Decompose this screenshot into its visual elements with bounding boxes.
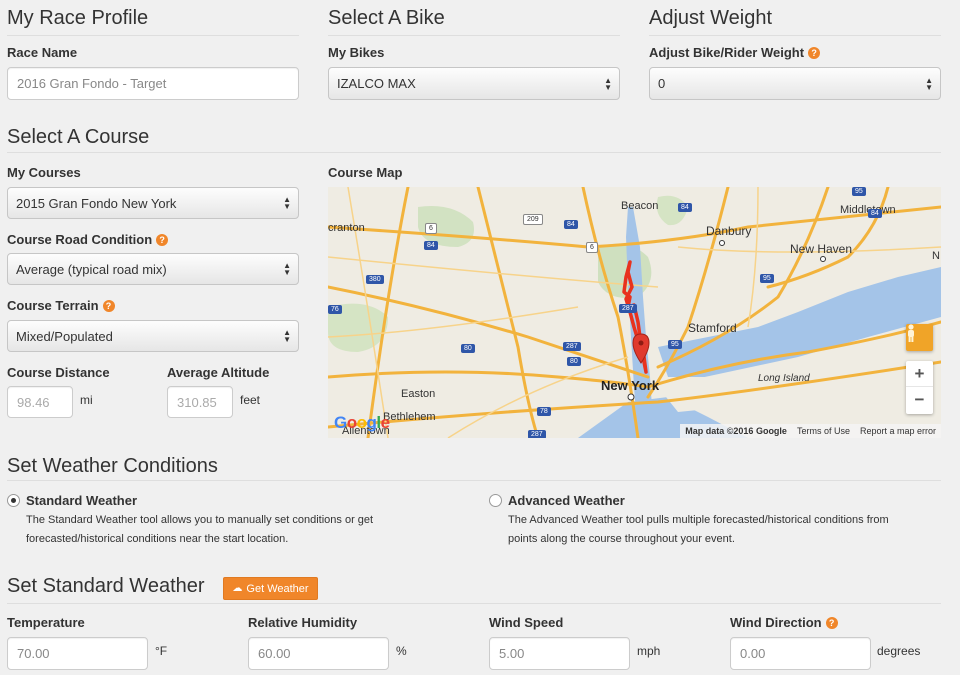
race-name-label: Race Name [7,45,78,60]
distance-label: Course Distance [7,365,110,380]
advanced-weather-radio[interactable] [489,494,502,507]
course-map-label: Course Map [328,165,403,180]
route-shield: 95 [668,340,682,349]
route-shield: 84 [868,209,882,218]
adjust-weight-heading: Adjust Weight [649,7,773,29]
route-shield: 84 [678,203,692,212]
select-bike-heading: Select A Bike [328,7,445,29]
route-shield: 6 [586,242,598,253]
route-shield: 287 [563,342,581,351]
route-shield: 209 [523,214,543,225]
temperature-label: Temperature [7,615,85,630]
zoom-in-button[interactable]: + [906,361,933,387]
route-shield: 84 [564,220,578,229]
select-arrows-icon: ▲ ▼ [283,328,291,344]
course-select[interactable]: 2015 Gran Fondo New York ▲ ▼ [7,187,299,219]
map-attribution: Map data ©2016 Google Terms of Use Repor… [680,424,941,438]
terrain-value: Mixed/Populated [16,328,113,344]
altitude-label: Average Altitude [167,365,270,380]
road-condition-value: Average (typical road mix) [16,261,167,277]
terrain-select[interactable]: Mixed/Populated ▲ ▼ [7,320,299,352]
map-place-label: N [932,250,940,262]
weight-label: Adjust Bike/Rider Weight? [649,45,821,60]
map-place-label: Easton [401,388,436,400]
standard-weather-title: Standard Weather [26,493,138,508]
get-weather-button[interactable]: ☁ Get Weather [223,577,318,600]
route-shield: 76 [328,305,342,314]
map-place-label: Danbury [706,224,752,238]
street-view-pegman-icon[interactable] [906,324,933,351]
standard-weather-radio[interactable] [7,494,20,507]
map-place-label: Long Island [758,373,810,384]
humidity-label: Relative Humidity [248,615,358,630]
help-icon[interactable]: ? [102,300,115,312]
route-shield: 287 [528,430,546,438]
temperature-unit: °F [155,644,168,658]
humidity-input[interactable]: 60.00 [248,637,389,670]
course-map[interactable]: Beacon Middletown Danbury New Haven Stam… [328,187,941,438]
wind-speed-label: Wind Speed [489,615,564,630]
altitude-input[interactable]: 310.85 [167,386,233,418]
wind-direction-label: Wind Direction? [730,615,838,630]
wind-direction-input[interactable]: 0.00 [730,637,871,670]
wind-speed-unit: mph [637,644,661,658]
map-place-label: Stamford [688,321,737,335]
cloud-icon: ☁ [232,583,243,594]
route-shield: 6 [425,223,437,234]
bike-select-value: IZALCO MAX [337,76,416,91]
map-place-label: New Haven [790,242,853,256]
altitude-unit: feet [240,393,261,407]
route-shield: 95 [852,187,866,196]
map-place-label: Bethlehem [383,411,436,423]
map-place-label: Beacon [621,200,659,212]
standard-weather-heading: Set Standard Weather [7,575,205,597]
terrain-label: Course Terrain? [7,298,115,313]
report-map-error-link[interactable]: Report a map error [860,426,936,436]
bike-select[interactable]: IZALCO MAX ▲ ▼ [328,67,620,100]
zoom-out-button[interactable]: − [906,387,933,413]
weather-conditions-heading: Set Weather Conditions [7,455,218,477]
route-shield: 84 [424,241,438,250]
wind-speed-input[interactable]: 5.00 [489,637,630,670]
google-logo: Google [334,413,390,432]
advanced-weather-description: The Advanced Weather tool pulls multiple… [508,514,889,545]
map-place-label: New York [601,378,660,393]
route-shield: 95 [760,274,774,283]
race-name-input[interactable]: 2016 Gran Fondo - Target [7,67,299,100]
select-arrows-icon: ▲ ▼ [925,75,933,92]
select-arrows-icon: ▲ ▼ [283,261,291,277]
my-bikes-label: My Bikes [328,45,385,60]
standard-weather-description: The Standard Weather tool allows you to … [26,514,374,545]
route-shield: 287 [619,304,637,313]
help-icon[interactable]: ? [825,617,838,629]
select-course-heading: Select A Course [7,126,150,148]
route-shield: 80 [461,344,475,353]
map-place-label: cranton [328,222,365,234]
terms-of-use-link[interactable]: Terms of Use [797,426,850,436]
select-arrows-icon: ▲ ▼ [604,75,612,92]
my-courses-label: My Courses [7,165,81,180]
race-profile-heading: My Race Profile [7,7,149,29]
zoom-controls: + − [906,361,933,414]
road-condition-select[interactable]: Average (typical road mix) ▲ ▼ [7,253,299,285]
weight-select[interactable]: 0 ▲ ▼ [649,67,941,100]
humidity-unit: % [396,644,407,658]
weight-select-value: 0 [658,76,666,91]
route-shield: 80 [567,357,581,366]
help-icon[interactable]: ? [156,234,169,246]
road-condition-label: Course Road Condition? [7,232,169,247]
route-shield: 380 [366,275,384,284]
select-arrows-icon: ▲ ▼ [283,195,291,211]
distance-unit: mi [80,393,93,407]
distance-input[interactable]: 98.46 [7,386,73,418]
advanced-weather-title: Advanced Weather [508,493,625,508]
course-select-value: 2015 Gran Fondo New York [16,195,177,211]
help-icon[interactable]: ? [808,47,821,59]
route-shield: 78 [537,407,551,416]
wind-direction-unit: degrees [877,644,921,658]
temperature-input[interactable]: 70.00 [7,637,148,670]
map-data-credit: Map data ©2016 Google [685,426,787,436]
